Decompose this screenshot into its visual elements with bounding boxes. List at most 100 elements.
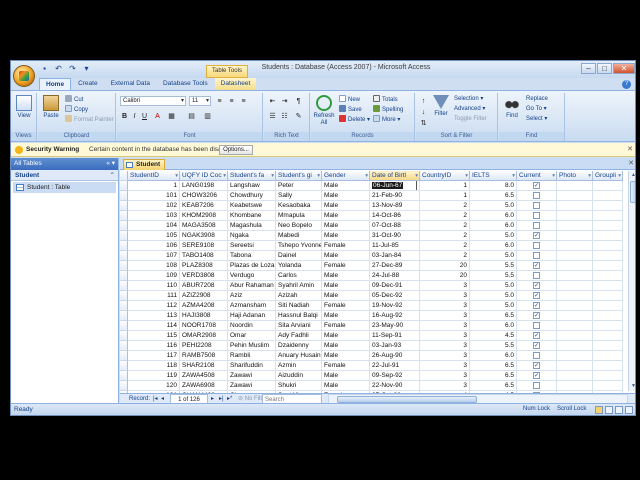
table-cell[interactable]: Sereetsi bbox=[228, 241, 276, 251]
table-cell[interactable] bbox=[557, 231, 593, 241]
table-cell[interactable]: Male bbox=[322, 221, 370, 231]
table-cell[interactable]: OMAR2908 bbox=[180, 331, 228, 341]
bullets-icon[interactable]: ☰ bbox=[268, 111, 277, 120]
table-cell[interactable]: 112 bbox=[128, 301, 180, 311]
totals-button[interactable]: Totals bbox=[373, 95, 398, 104]
alternate-fill-icon[interactable]: ▥ bbox=[203, 111, 212, 120]
table-cell[interactable]: 6.0 bbox=[470, 211, 517, 221]
table-cell[interactable]: Male bbox=[322, 331, 370, 341]
options-button[interactable]: Options... bbox=[219, 145, 253, 155]
table-cell[interactable]: HAJI3808 bbox=[180, 311, 228, 321]
table-cell[interactable] bbox=[593, 351, 623, 361]
table-cell[interactable]: Azmansham bbox=[228, 301, 276, 311]
table-cell[interactable] bbox=[593, 271, 623, 281]
nav-item-student-table[interactable]: Student : Table bbox=[13, 182, 116, 193]
table-cell[interactable]: Azmin bbox=[276, 361, 322, 371]
table-cell[interactable]: 5.0 bbox=[470, 301, 517, 311]
table-cell[interactable] bbox=[557, 211, 593, 221]
horizontal-scroll-thumb[interactable] bbox=[337, 396, 477, 403]
table-cell[interactable]: Verdugo bbox=[228, 271, 276, 281]
column-header[interactable]: Date of Birtl bbox=[370, 171, 420, 181]
table-cell[interactable] bbox=[593, 261, 623, 271]
table-cell[interactable]: 3 bbox=[420, 381, 470, 391]
table-cell[interactable] bbox=[593, 301, 623, 311]
table-cell[interactable]: 120 bbox=[128, 381, 180, 391]
checked-checkbox-icon[interactable]: ✓ bbox=[533, 332, 540, 339]
table-cell[interactable] bbox=[593, 281, 623, 291]
table-cell[interactable] bbox=[517, 271, 557, 281]
table-cell[interactable]: 108 bbox=[128, 261, 180, 271]
table-cell[interactable]: 5.0 bbox=[470, 201, 517, 211]
table-cell[interactable] bbox=[593, 181, 623, 191]
table-cell[interactable]: ZAWA4508 bbox=[180, 371, 228, 381]
table-cell[interactable] bbox=[557, 331, 593, 341]
record-selector[interactable] bbox=[120, 321, 128, 331]
record-selector[interactable] bbox=[120, 241, 128, 251]
table-cell[interactable]: AZIZ2908 bbox=[180, 291, 228, 301]
checked-checkbox-icon[interactable]: ✓ bbox=[533, 262, 540, 269]
table-cell[interactable]: 4.5 bbox=[470, 331, 517, 341]
table-cell[interactable]: 2 bbox=[420, 241, 470, 251]
table-cell[interactable]: 103 bbox=[128, 211, 180, 221]
checked-checkbox-icon[interactable]: ✓ bbox=[533, 362, 540, 369]
table-cell[interactable]: 3 bbox=[420, 291, 470, 301]
table-cell[interactable] bbox=[593, 231, 623, 241]
table-cell[interactable]: 3 bbox=[420, 371, 470, 381]
customize-qat-icon[interactable]: ▾ bbox=[81, 64, 92, 74]
table-cell[interactable]: 03-Jan-93 bbox=[370, 341, 420, 351]
table-cell[interactable] bbox=[557, 221, 593, 231]
table-cell[interactable]: 2 bbox=[420, 251, 470, 261]
table-cell[interactable]: 3 bbox=[420, 331, 470, 341]
table-cell[interactable]: Dainel bbox=[276, 251, 322, 261]
table-cell[interactable]: 105 bbox=[128, 231, 180, 241]
table-cell[interactable]: 118 bbox=[128, 361, 180, 371]
table-cell[interactable] bbox=[517, 221, 557, 231]
align-left-icon[interactable]: ≡ bbox=[215, 96, 224, 105]
tab-database-tools[interactable]: Database Tools bbox=[157, 78, 214, 90]
sort-ascending-icon[interactable]: ↑ bbox=[419, 96, 428, 105]
toggle-filter-button[interactable]: Toggle Filter bbox=[454, 115, 487, 124]
table-cell[interactable]: Male bbox=[322, 381, 370, 391]
table-cell[interactable] bbox=[557, 251, 593, 261]
checked-checkbox-icon[interactable]: ✓ bbox=[533, 372, 540, 379]
table-cell[interactable]: 6.5 bbox=[470, 191, 517, 201]
sort-descending-icon[interactable]: ↓ bbox=[419, 107, 428, 116]
table-cell[interactable]: 3 bbox=[420, 361, 470, 371]
table-cell[interactable] bbox=[593, 321, 623, 331]
table-cell[interactable]: Sally bbox=[276, 191, 322, 201]
table-cell[interactable] bbox=[517, 381, 557, 391]
table-cell[interactable] bbox=[593, 241, 623, 251]
table-cell[interactable]: 8.0 bbox=[470, 181, 517, 191]
column-header[interactable]: Student's gi bbox=[276, 171, 322, 181]
table-cell[interactable]: ✓ bbox=[517, 361, 557, 371]
table-cell[interactable]: Yolanda bbox=[276, 261, 322, 271]
table-cell[interactable]: 115 bbox=[128, 331, 180, 341]
table-cell[interactable]: Abur Rahaman bbox=[228, 281, 276, 291]
table-cell[interactable]: Khombane bbox=[228, 211, 276, 221]
table-cell[interactable]: Rambli bbox=[228, 351, 276, 361]
column-header[interactable]: Photo bbox=[557, 171, 593, 181]
advanced-button[interactable]: Advanced ▾ bbox=[454, 105, 485, 114]
align-right-icon[interactable]: ≡ bbox=[239, 96, 248, 105]
table-cell[interactable] bbox=[557, 181, 593, 191]
table-cell[interactable]: 106 bbox=[128, 241, 180, 251]
office-button[interactable] bbox=[13, 65, 35, 87]
table-cell[interactable]: VERD3808 bbox=[180, 271, 228, 281]
scroll-up-icon[interactable]: ▲ bbox=[629, 171, 635, 180]
table-cell[interactable]: 11-Sep-91 bbox=[370, 331, 420, 341]
table-cell[interactable] bbox=[593, 311, 623, 321]
record-selector[interactable] bbox=[120, 211, 128, 221]
table-cell[interactable]: 1 bbox=[420, 191, 470, 201]
table-cell[interactable]: TABO1408 bbox=[180, 251, 228, 261]
table-cell[interactable]: 5.5 bbox=[470, 341, 517, 351]
table-cell[interactable] bbox=[557, 381, 593, 391]
table-cell[interactable] bbox=[517, 351, 557, 361]
table-cell[interactable] bbox=[593, 341, 623, 351]
table-cell[interactable] bbox=[593, 221, 623, 231]
pivot-chart-view-icon[interactable] bbox=[615, 406, 623, 414]
table-cell[interactable]: RAMB7508 bbox=[180, 351, 228, 361]
table-cell[interactable]: Male bbox=[322, 191, 370, 201]
column-header[interactable]: CountryID bbox=[420, 171, 470, 181]
refresh-all-button[interactable]: Refresh All bbox=[313, 95, 335, 129]
unchecked-checkbox-icon[interactable] bbox=[533, 222, 540, 229]
